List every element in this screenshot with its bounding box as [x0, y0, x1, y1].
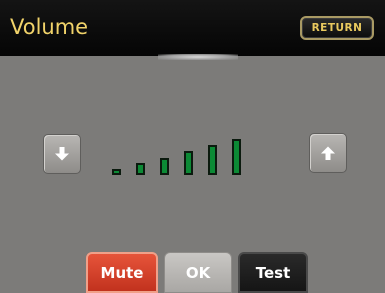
volume-down-button[interactable]	[43, 134, 81, 174]
return-button[interactable]: RETURN	[300, 16, 374, 40]
arrow-down-icon	[55, 147, 69, 161]
mute-button[interactable]: Mute	[86, 252, 158, 293]
arrow-up-icon	[321, 146, 335, 160]
ok-button[interactable]: OK	[164, 252, 232, 293]
test-button[interactable]: Test	[238, 252, 308, 293]
volume-up-button[interactable]	[309, 133, 347, 173]
header-divider-highlight	[158, 54, 238, 60]
page-title: Volume	[10, 15, 89, 39]
header-bar: Volume RETURN	[0, 0, 385, 56]
